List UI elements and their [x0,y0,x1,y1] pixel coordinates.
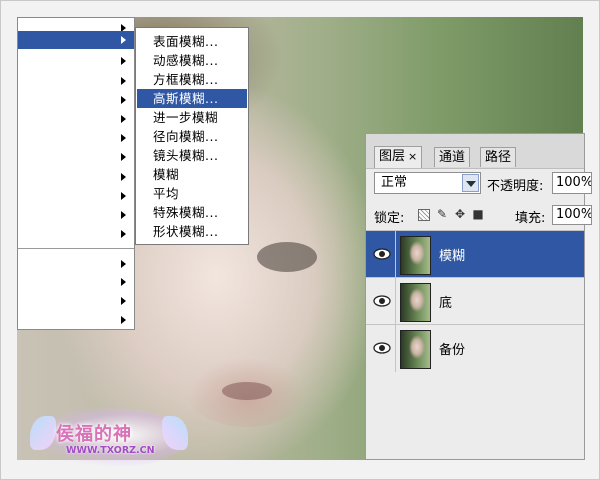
tab-layers[interactable]: 图层 × [374,146,423,168]
submenu-arrow-icon [121,192,126,200]
menu-separator [18,248,134,249]
layer-name: 备份 [439,343,466,358]
filter-menu [17,17,135,330]
filter-menu-item[interactable] [18,129,134,147]
tab-label: 路径 [485,150,512,165]
chevron-down-icon[interactable] [462,174,479,192]
filter-menu-item[interactable] [18,91,134,109]
menu-item-blur-more[interactable]: 进一步模糊 [137,108,247,127]
layers-panel: 图层 × 通道 路径 正常 不透明度: 100% 锁定: ✎ ✥ ■ 填充: 10… [365,133,592,460]
watermark-logo: 侯福的神 WWW.TXORZ.CN [28,408,188,468]
blend-mode-select[interactable]: 正常 [374,172,481,194]
submenu-arrow-icon [121,211,126,219]
filter-menu-item-blur[interactable] [18,31,134,49]
lock-all-icon[interactable]: ■ [471,207,485,221]
lock-label: 锁定: [374,211,405,226]
menu-item-smart-blur[interactable]: 特殊模糊... [137,203,247,222]
layer-thumbnail [400,330,431,369]
layer-row-blur[interactable]: 模糊 [366,230,584,278]
filter-menu-item[interactable] [18,110,134,128]
filter-menu-item[interactable] [18,292,134,310]
fill-input[interactable]: 100% [552,205,592,225]
submenu-arrow-icon [121,316,126,324]
panel-tab-bar: 图层 × 通道 路径 [366,134,584,169]
submenu-arrow-icon [121,96,126,104]
opacity-input[interactable]: 100% [552,172,592,194]
photo-nostril-region [222,382,272,400]
submenu-arrow-icon [121,278,126,286]
photo-eye-region [257,242,317,272]
menu-item-gaussian-blur[interactable]: 高斯模糊... [137,89,247,108]
layer-name: 模糊 [439,249,466,264]
opacity-label: 不透明度: [487,179,544,194]
divider [395,231,396,278]
submenu-arrow-icon [121,297,126,305]
tab-label: 图层 [379,149,406,164]
tab-label: 通道 [439,150,466,165]
menu-item-radial-blur[interactable]: 径向模糊... [137,127,247,146]
submenu-arrow-icon [121,173,126,181]
layer-row-backup[interactable]: 备份 [366,324,584,372]
filter-menu-item[interactable] [18,52,134,70]
layer-thumbnail [400,236,431,275]
lock-paint-brush-icon[interactable]: ✎ [435,207,449,221]
menu-item-lens-blur[interactable]: 镜头模糊... [137,146,247,165]
menu-item-blur[interactable]: 模糊 [137,165,247,184]
submenu-arrow-icon [121,153,126,161]
lock-transparency-icon[interactable] [418,209,430,221]
filter-menu-item[interactable] [18,168,134,186]
eye-visibility-icon[interactable] [372,244,392,264]
eye-visibility-icon[interactable] [372,338,392,358]
lock-move-icon[interactable]: ✥ [453,207,467,221]
blend-mode-value: 正常 [381,175,408,190]
submenu-arrow-icon [121,77,126,85]
layer-name: 底 [439,296,453,311]
eye-visibility-icon[interactable] [372,291,392,311]
divider [395,278,396,325]
filter-menu-item[interactable] [18,187,134,205]
menu-item-surface-blur[interactable]: 表面模糊... [137,32,247,51]
filter-menu-item[interactable] [18,225,134,243]
submenu-arrow-icon [121,115,126,123]
logo-title: 侯福的神 [56,424,132,445]
submenu-arrow-icon [121,134,126,142]
logo-url: WWW.TXORZ.CN [66,445,155,456]
blur-submenu: 表面模糊... 动感模糊... 方框模糊... 高斯模糊... 进一步模糊 径向… [135,27,249,245]
submenu-arrow-icon [121,57,126,65]
filter-menu-item[interactable] [18,72,134,90]
menu-item-average[interactable]: 平均 [137,184,247,203]
menu-item-box-blur[interactable]: 方框模糊... [137,70,247,89]
filter-menu-item[interactable] [18,206,134,224]
divider [395,325,396,372]
submenu-arrow-icon [121,230,126,238]
filter-menu-item[interactable] [18,255,134,273]
filter-menu-item[interactable] [18,148,134,166]
tab-channels[interactable]: 通道 [434,147,471,167]
menu-item-shape-blur[interactable]: 形状模糊... [137,222,247,241]
tab-paths[interactable]: 路径 [480,147,517,167]
close-icon[interactable]: × [408,150,417,163]
submenu-arrow-icon [121,36,126,44]
filter-menu-item[interactable] [18,273,134,291]
layer-thumbnail [400,283,431,322]
layer-row-base[interactable]: 底 [366,277,584,325]
menu-item-motion-blur[interactable]: 动感模糊... [137,51,247,70]
submenu-arrow-icon [121,260,126,268]
filter-menu-item[interactable] [18,311,134,329]
fill-label: 填充: [515,211,546,226]
